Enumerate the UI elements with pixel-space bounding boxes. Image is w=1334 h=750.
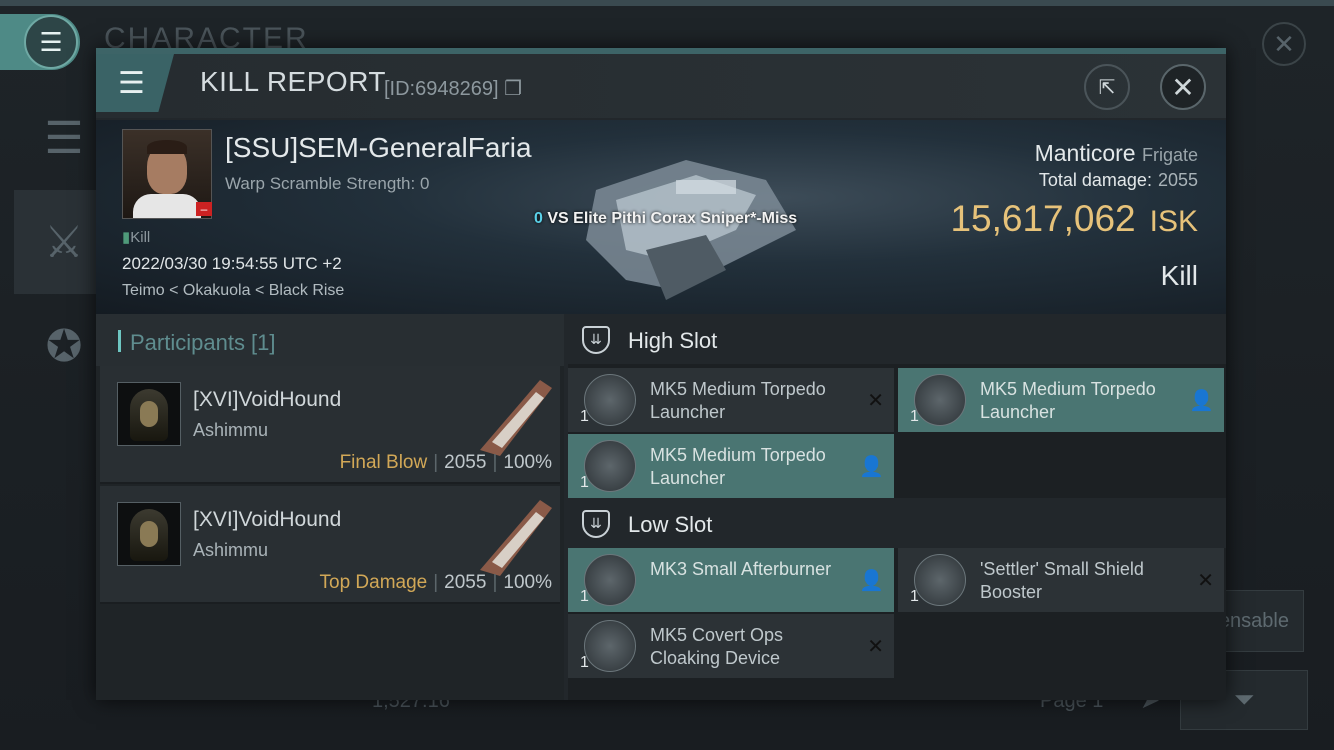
dropped-person-icon: 👤	[1189, 390, 1214, 412]
module-row[interactable]: 1 MK5 Medium Torpedo Launcher ✕	[568, 368, 894, 432]
kill-id[interactable]: [ID:6948269] ❐	[384, 76, 522, 101]
torpedo-launcher-icon	[584, 440, 636, 492]
victim-name[interactable]: [SSU]SEM-GeneralFaria	[225, 132, 532, 164]
main-menu-button[interactable]: ☰	[0, 14, 80, 70]
participant-name: [XVI]VoidHound	[193, 388, 342, 411]
torpedo-launcher-icon	[914, 374, 966, 426]
destroyed-icon: ✕	[867, 636, 884, 658]
participant-ship-image	[480, 380, 552, 456]
participants-panel: Participants [1] [XVI]VoidHound Ashimmu …	[96, 314, 564, 700]
close-button[interactable]: ✕	[1160, 64, 1206, 110]
kill-date: 2022/03/30 19:54:55 UTC +2	[122, 254, 342, 273]
torpedo-launcher-icon	[584, 374, 636, 426]
fitting-panel: ⇊ High Slot 1 MK5 Medium Torpedo Launche…	[568, 314, 1226, 700]
total-damage: Total damage: 2055	[1038, 170, 1198, 190]
kill-report-modal: ☰ KILL REPORT [ID:6948269] ❐ ⇱ ✕ – [SSU]…	[96, 48, 1226, 700]
dropped-person-icon: 👤	[859, 456, 884, 478]
module-row[interactable]: 1 MK5 Medium Torpedo Launcher 👤	[898, 368, 1224, 432]
close-icon: ✕	[1171, 71, 1195, 103]
kill-location[interactable]: Teimo < Okakuola < Black Rise	[122, 282, 344, 300]
result-label: Kill	[1160, 260, 1198, 291]
standing-badge-icon: –	[196, 202, 212, 216]
vs-label: 0 VS Elite Pithi Corax Sniper*-Miss	[534, 210, 798, 227]
modal-header: ☰ KILL REPORT [ID:6948269] ❐ ⇱ ✕	[96, 54, 1226, 118]
low-slot-header: ⇊ Low Slot	[568, 498, 1226, 548]
module-row[interactable]: 1 MK5 Covert Ops Cloaking Device ✕	[568, 614, 894, 678]
participant-name: [XVI]VoidHound	[193, 508, 342, 531]
module-row[interactable]: 1 'Settler' Small Shield Booster ✕	[898, 548, 1224, 612]
warp-scramble-strength: Warp Scramble Strength: 0	[225, 174, 430, 193]
destroyed-icon: ✕	[867, 390, 884, 412]
participant-stats: Final Blow | 2055 | 100%	[339, 452, 552, 473]
cloaking-device-icon	[584, 620, 636, 672]
share-button[interactable]: ⇱	[1084, 64, 1130, 110]
ship-name[interactable]: Manticore Frigate	[1035, 140, 1198, 167]
copy-icon[interactable]: ❐	[504, 78, 522, 100]
participant-ship: Ashimmu	[193, 420, 269, 440]
kill-tag: ▮Kill	[122, 229, 151, 246]
modal-title: KILL REPORT	[200, 66, 387, 97]
menu-icon: ☰	[118, 66, 145, 100]
isk-value: 15,617,062 ISK	[950, 198, 1198, 239]
background-close-button[interactable]: ✕	[1262, 22, 1306, 66]
participants-header: Participants [1]	[96, 314, 564, 366]
participant-avatar[interactable]	[117, 502, 181, 566]
participant-ship-image	[480, 500, 552, 576]
module-row[interactable]: 1 MK3 Small Afterburner 👤	[568, 548, 894, 612]
modal-menu-button[interactable]: ☰	[96, 54, 174, 112]
shield-booster-icon	[914, 554, 966, 606]
participant-ship: Ashimmu	[193, 540, 269, 560]
participant-row[interactable]: [XVI]VoidHound Ashimmu Top Damage | 2055 | 1…	[100, 486, 560, 604]
high-slot-icon: ⇊	[582, 326, 610, 354]
participant-stats: Top Damage | 2055 | 100%	[319, 572, 553, 593]
menu-icon: ☰	[24, 15, 78, 69]
module-row[interactable]: 1 MK5 Medium Torpedo Launcher 👤	[568, 434, 894, 498]
afterburner-icon	[584, 554, 636, 606]
high-slot-header: ⇊ High Slot	[568, 314, 1226, 364]
victim-banner: – [SSU]SEM-GeneralFaria Warp Scramble St…	[96, 120, 1226, 314]
participant-avatar[interactable]	[117, 382, 181, 446]
low-slot-icon: ⇊	[582, 510, 610, 538]
dropped-person-icon: 👤	[859, 570, 884, 592]
share-icon: ⇱	[1098, 76, 1116, 99]
participant-row[interactable]: [XVI]VoidHound Ashimmu Final Blow | 2055 | 1…	[100, 366, 560, 484]
destroyed-icon: ✕	[1197, 570, 1214, 592]
